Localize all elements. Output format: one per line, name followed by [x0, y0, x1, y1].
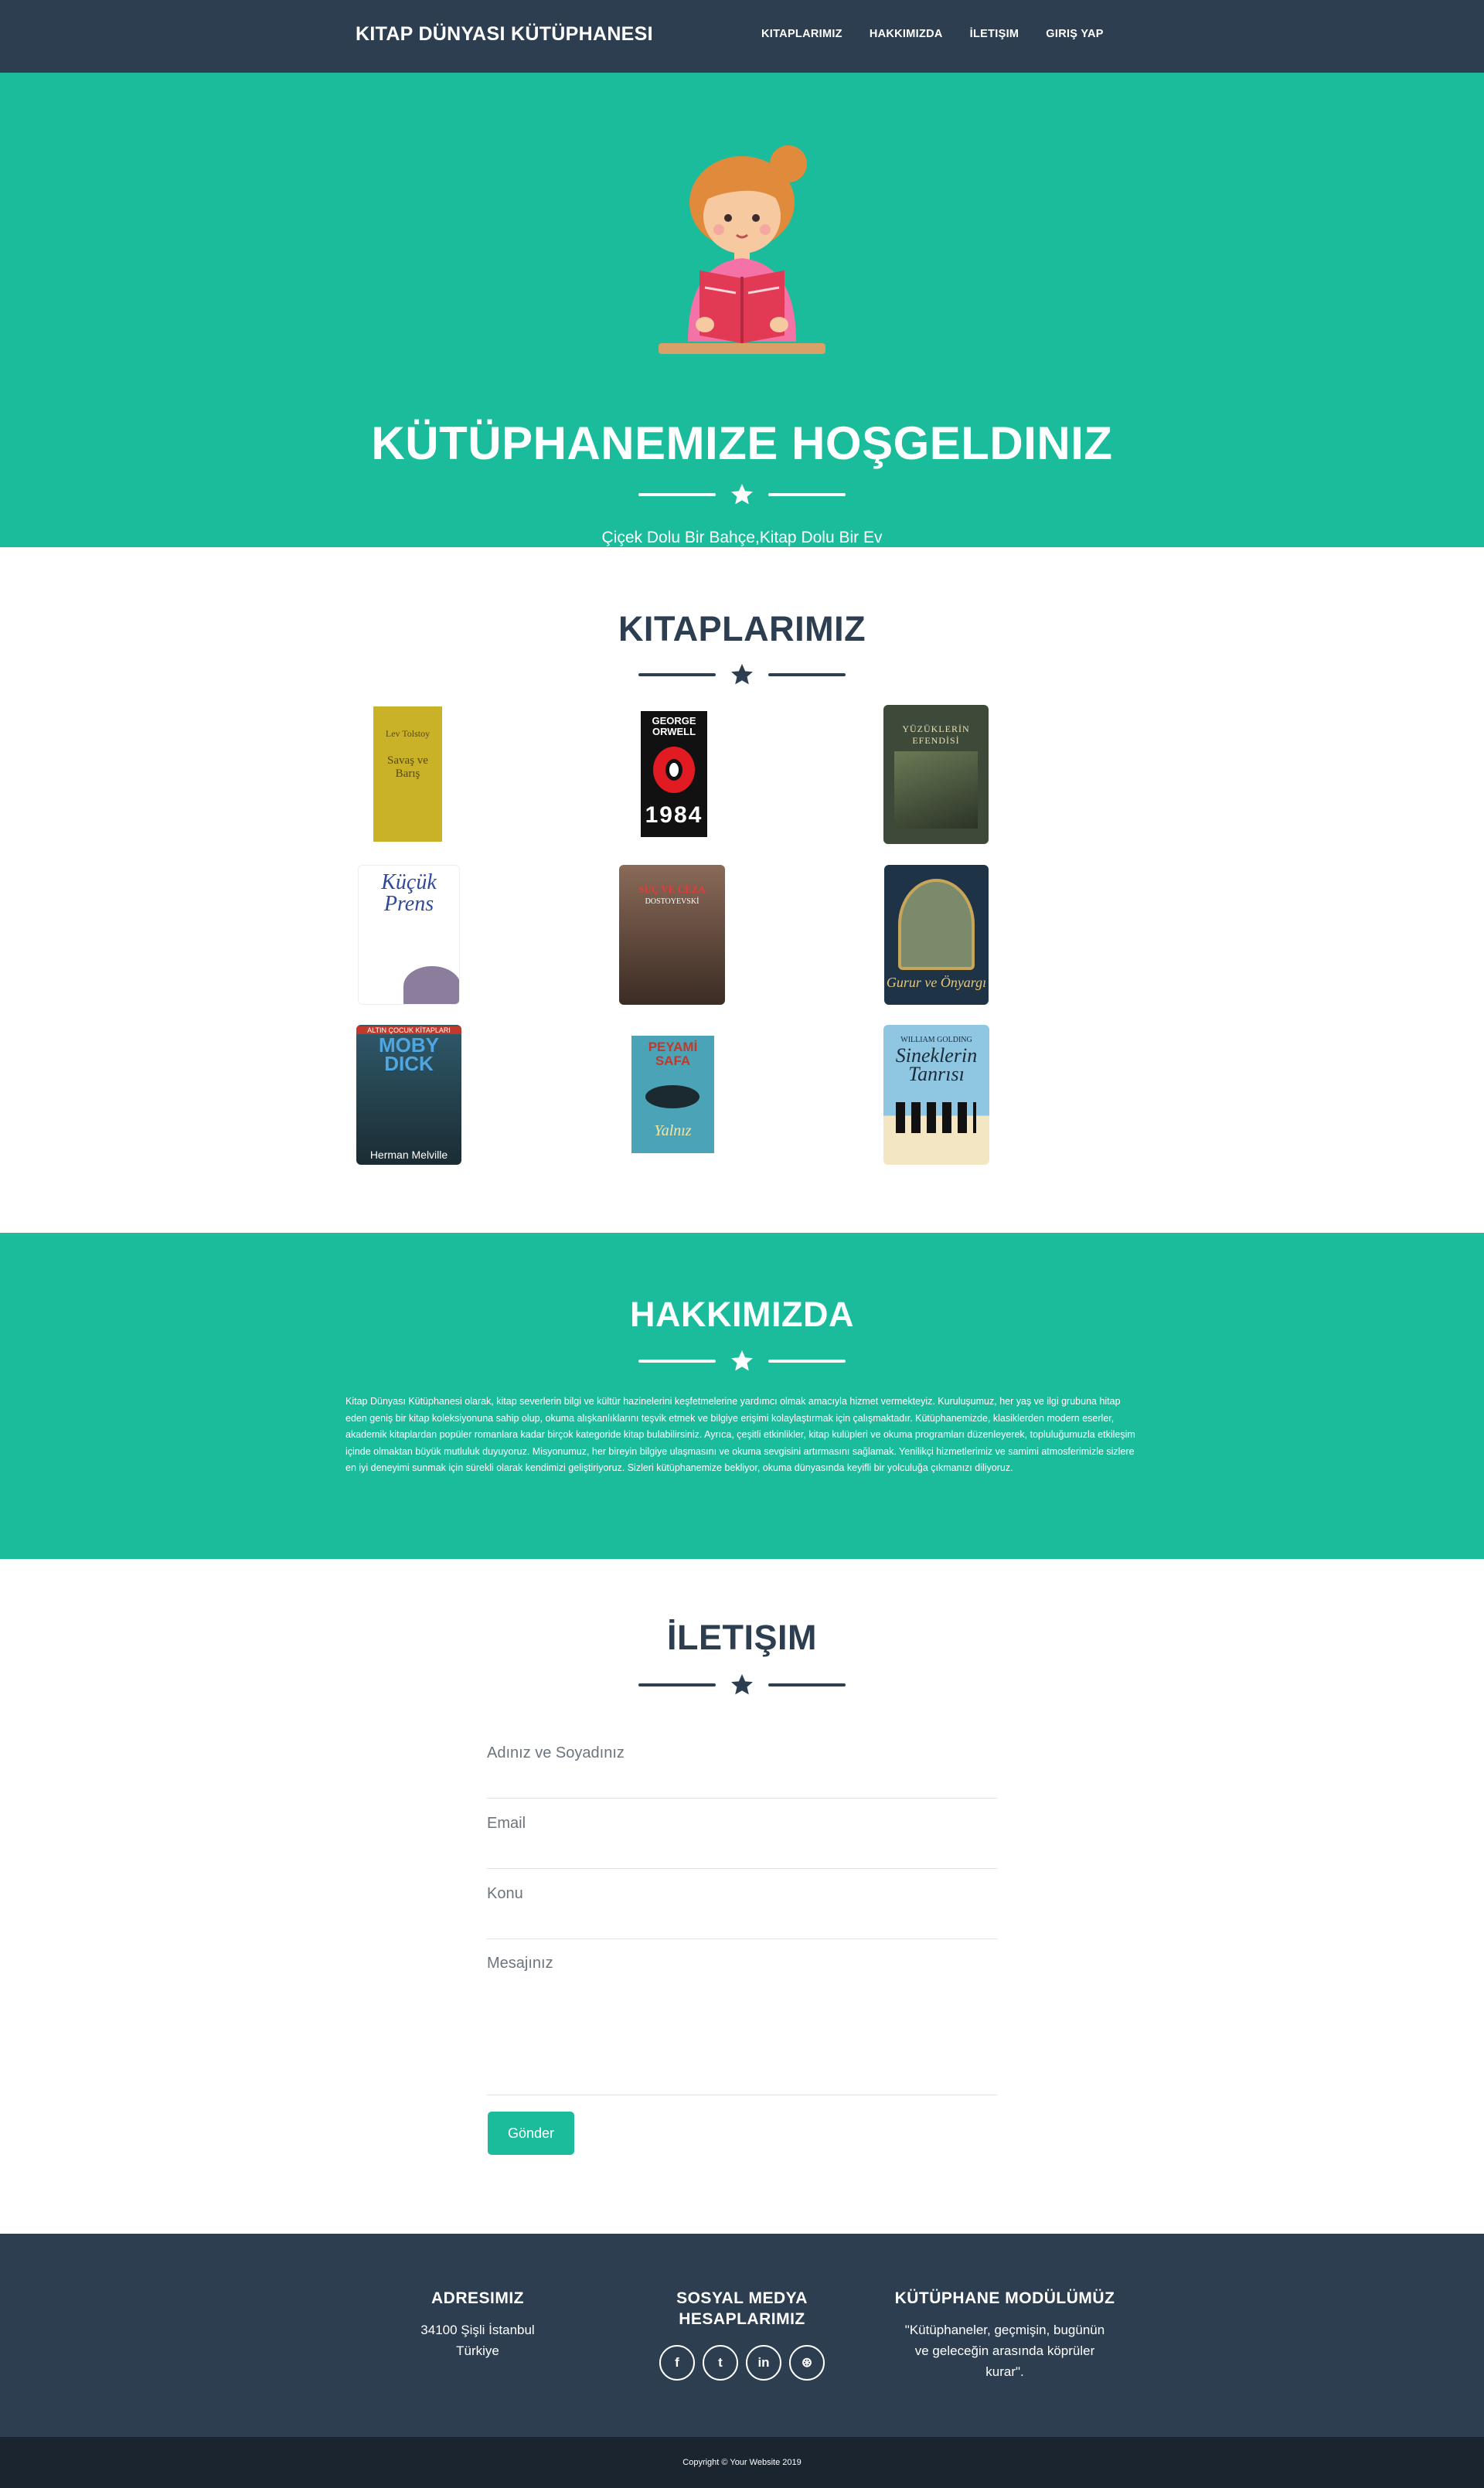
hero-subtitle: Çiçek Dolu Bir Bahçe,Kitap Dolu Bir Ev	[601, 529, 883, 546]
about-text: Kitap Dünyası Kütüphanesi olarak, kitap …	[345, 1396, 1135, 1473]
footer-address-line1: 34100 Şişli İstanbul	[420, 2323, 535, 2337]
books-title: KITAPLARIMIZ	[618, 609, 866, 648]
hero-section: KÜTÜPHANEMIZE HOŞGELDINIZ Çiçek Dolu Bir…	[0, 73, 1484, 547]
book-cover[interactable]: PEYAMİ SAFA Yalnız	[631, 1036, 714, 1153]
star-icon	[731, 1350, 753, 1371]
book-cover[interactable]: ALTIN ÇOCUK KİTAPLARI MOBY DICK Herman Me…	[356, 1025, 461, 1165]
email-field-wrapper	[487, 1815, 997, 1869]
subject-input[interactable]	[487, 1885, 997, 1903]
footer-address: ADRESIMIZ 34100 Şişli İstanbul Türkiye	[385, 2288, 570, 2361]
divider-line	[638, 493, 716, 496]
email-input[interactable]	[487, 1815, 997, 1833]
footer-address-title: ADRESIMIZ	[431, 2289, 524, 2307]
twitter-icon[interactable]: t	[703, 2345, 738, 2381]
book-cover[interactable]: Lev Tolstoy Savaş ve Barış	[373, 706, 442, 842]
footer-module-title: KÜTÜPHANE MODÜLÜMÜZ	[894, 2289, 1115, 2307]
divider-line	[768, 1683, 846, 1686]
nav-link-hakkimizda[interactable]: HAKKIMIZDA	[870, 28, 943, 40]
book-cover[interactable]: SUÇ VE CEZA DOSTOYEVSKİ	[619, 865, 725, 1005]
copyright-bar: Copyright © Your Website 2019	[0, 2437, 1484, 2488]
send-button[interactable]: Gönder	[488, 2112, 574, 2155]
about-section: HAKKIMIZDA Kitap Dünyası Kütüphanesi ola…	[0, 1233, 1484, 1559]
message-field-wrapper	[487, 1955, 997, 2095]
navbar: KITAP DÜNYASI KÜTÜPHANESI KITAPLARIMIZ H…	[0, 0, 1484, 73]
book-cover[interactable]: Gurur ve Önyargı	[884, 865, 989, 1005]
books-divider	[0, 659, 1484, 690]
divider-line	[638, 1360, 716, 1363]
book-cover[interactable]: WILLIAM GOLDING Sineklerin Tanrısı	[883, 1025, 989, 1165]
footer-address-line2: Türkiye	[456, 2343, 499, 2358]
nav-link-kitaplarimiz[interactable]: KITAPLARIMIZ	[761, 28, 842, 40]
divider-line	[768, 493, 846, 496]
about-divider	[0, 1346, 1484, 1377]
dribbble-icon[interactable]: ⊛	[789, 2345, 825, 2381]
name-input[interactable]	[487, 1744, 997, 1762]
divider-line	[638, 1683, 716, 1686]
footer-social: SOSYAL MEDYA HESAPLARIMIZ f t in ⊛	[634, 2288, 850, 2381]
contact-title: İLETIŞIM	[667, 1618, 817, 1657]
book-cover[interactable]: Küçük Prens	[358, 865, 460, 1005]
reading-girl-illustration	[659, 145, 825, 354]
brand-link[interactable]: KITAP DÜNYASI KÜTÜPHANESI	[356, 23, 653, 46]
book-cover[interactable]: GEORGE ORWELL 1984	[641, 711, 707, 837]
nav-link-iletisim[interactable]: İLETIŞIM	[970, 28, 1019, 40]
contact-section: İLETIŞIM Gönder	[0, 1559, 1484, 2234]
divider-line	[768, 673, 846, 676]
copyright-text: Copyright © Your Website 2019	[682, 2458, 802, 2467]
divider-line	[638, 673, 716, 676]
subject-field-wrapper	[487, 1885, 997, 1939]
star-icon	[731, 1674, 753, 1695]
nav-link-giris-yap[interactable]: GIRIŞ YAP	[1046, 28, 1103, 40]
star-icon	[731, 484, 753, 505]
linkedin-icon[interactable]: in	[746, 2345, 781, 2381]
footer-quote: "Kütüphaneler, geçmişin, bugünün ve gele…	[904, 2323, 1105, 2379]
message-textarea[interactable]	[487, 1955, 997, 2044]
divider-line	[768, 1360, 846, 1363]
contact-divider	[0, 1669, 1484, 1700]
social-links: f t in ⊛	[634, 2345, 850, 2381]
about-title: HAKKIMIZDA	[630, 1295, 854, 1334]
footer-module: KÜTÜPHANE MODÜLÜMÜZ "Kütüphaneler, geçmi…	[873, 2288, 1136, 2382]
footer: ADRESIMIZ 34100 Şişli İstanbul Türkiye S…	[0, 2234, 1484, 2437]
hero-divider	[0, 479, 1484, 510]
name-field-wrapper	[487, 1744, 997, 1799]
hero-title: KÜTÜPHANEMIZE HOŞGELDINIZ	[371, 417, 1113, 469]
book-cover[interactable]: YÜZÜKLERİN EFENDİSİ	[883, 705, 989, 844]
nav-links: KITAPLARIMIZ HAKKIMIZDA İLETIŞIM GIRIŞ Y…	[761, 28, 1131, 40]
star-icon	[731, 664, 753, 685]
footer-social-title: SOSYAL MEDYA HESAPLARIMIZ	[676, 2289, 808, 2328]
facebook-icon[interactable]: f	[659, 2345, 695, 2381]
books-section: KITAPLARIMIZ Lev Tolstoy Savaş ve Barış G…	[0, 547, 1484, 1233]
